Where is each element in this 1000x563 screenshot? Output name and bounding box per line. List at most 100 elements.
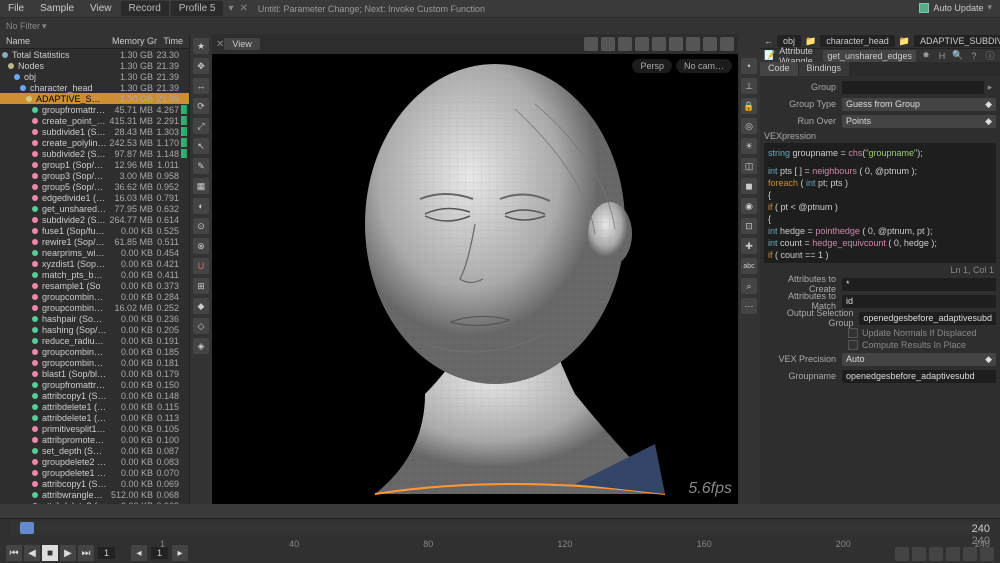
viewport-3d[interactable]: ✕ View Persp No cam… [212, 34, 738, 504]
tree-row[interactable]: Total Statistics1.30 GB23.30 [0, 49, 189, 60]
tree-row[interactable]: get_unshared_edge77.95 MB0.632 [0, 203, 189, 214]
scope-icon[interactable] [963, 547, 977, 561]
current-frame-field[interactable]: 1 [98, 547, 115, 559]
col-time[interactable]: Time [157, 36, 187, 46]
shade-icon[interactable]: ◼ [741, 178, 757, 194]
tree-row[interactable]: ADAPTIVE_SUBDIVIDE_1.30 GB21.39 [0, 93, 189, 104]
step-field[interactable]: 1 [151, 547, 168, 559]
move-tool-icon[interactable]: ↔ [193, 78, 209, 94]
auto-update-toggle[interactable]: Auto Update▾ [919, 2, 992, 13]
tree-row[interactable]: rewire1 (Sop/rewire)61.85 MB0.511 [0, 236, 189, 247]
tree-row[interactable]: nearprims_within_r0.00 KB0.454 [0, 247, 189, 258]
tree-row[interactable]: groupcombine2 (So0.00 KB0.181 [0, 357, 189, 368]
wire-icon[interactable]: ◫ [741, 158, 757, 174]
last-frame-button[interactable]: ⏭ [78, 545, 94, 561]
vexprec-select[interactable]: Auto◆ [842, 353, 996, 366]
tree-row[interactable]: groupcombine3 (So0.00 KB0.284 [0, 291, 189, 302]
tree-row[interactable]: Nodes1.30 GB21.39 [0, 60, 189, 71]
tab-code[interactable]: Code [760, 62, 798, 76]
select-tool-icon[interactable]: ★ [193, 38, 209, 54]
tree-row[interactable]: attribwrangle1 (Sop512.00 KB0.068 [0, 489, 189, 500]
tree-row[interactable]: character_head1.30 GB21.39 [0, 82, 189, 93]
stop-button[interactable]: ■ [42, 545, 58, 561]
tree-row[interactable]: attribdelete1 (Sop/a0.00 KB0.115 [0, 401, 189, 412]
tree-row[interactable]: create_polylines (So242.53 MB1.170 [0, 137, 189, 148]
first-frame-button[interactable]: ⏮ [6, 545, 22, 561]
light-icon[interactable]: ☀ [741, 138, 757, 154]
more-icon[interactable]: ⋯ [741, 298, 757, 314]
group-picker-icon[interactable]: ▸ [984, 82, 996, 93]
tool-c-icon[interactable]: ◈ [193, 338, 209, 354]
menu-view[interactable]: View [82, 1, 120, 16]
node-tree[interactable]: Total Statistics1.30 GB23.30Nodes1.30 GB… [0, 49, 189, 504]
tool-b-icon[interactable]: ◇ [193, 318, 209, 334]
tree-row[interactable]: attribdelete1 (Sop/a0.00 KB0.113 [0, 412, 189, 423]
construction-icon[interactable]: ⊞ [193, 278, 209, 294]
tree-row[interactable]: subdivide2 (Sop/sub264.77 MB0.614 [0, 214, 189, 225]
tree-row[interactable]: groupdelete1 (Sop/g0.00 KB0.070 [0, 467, 189, 478]
snap-curve-icon[interactable]: ◐ [193, 198, 209, 214]
tree-row[interactable]: set_depth (Sop/attri0.00 KB0.087 [0, 445, 189, 456]
tool-a-icon[interactable]: ◆ [193, 298, 209, 314]
menu-sample[interactable]: Sample [32, 1, 82, 16]
snap-multi-icon[interactable]: ⊗ [193, 238, 209, 254]
tree-row[interactable]: attribcopy1 (Sop/att0.00 KB0.148 [0, 390, 189, 401]
path-back-icon[interactable]: ← [764, 36, 773, 46]
arrow-icon[interactable]: ↖ [193, 138, 209, 154]
attrcreate-field[interactable]: * [842, 278, 996, 291]
audio-icon[interactable] [912, 547, 926, 561]
tree-row[interactable]: create_point_struct415.31 MB2.291 [0, 115, 189, 126]
tree-row[interactable]: attribdelete2 (Sop/a0.00 KB0.063 [0, 500, 189, 504]
rotate-tool-icon[interactable]: ⟳ [193, 98, 209, 114]
tree-row[interactable]: blast1 (Sop/blast)0.00 KB0.179 [0, 368, 189, 379]
home-icon[interactable]: H [936, 50, 948, 62]
snap-grid-icon[interactable]: ▦ [193, 178, 209, 194]
runover-select[interactable]: Points◆ [842, 115, 996, 128]
keyframe-icon[interactable] [946, 547, 960, 561]
path-head[interactable]: character_head [820, 35, 895, 47]
tree-row[interactable]: groupdelete2 (Sop/0.00 KB0.083 [0, 456, 189, 467]
prev-key-button[interactable]: ◂ [131, 545, 147, 561]
vh-icon-3[interactable] [618, 37, 632, 51]
tree-row[interactable]: match_pts_by_hash0.00 KB0.411 [0, 269, 189, 280]
update-normals-checkbox[interactable]: Update Normals If Displaced [764, 328, 996, 338]
compute-inplace-checkbox[interactable]: Compute Results In Place [764, 340, 996, 350]
range-slider[interactable] [10, 521, 990, 535]
outsel-field[interactable]: openedgesbefore_adaptivesubd [859, 312, 996, 325]
tree-row[interactable]: group1 (Sop/groupc12.96 MB1.011 [0, 159, 189, 170]
display-normals-icon[interactable]: ⊥ [741, 78, 757, 94]
scale-tool-icon[interactable]: ⤢ [193, 118, 209, 134]
brush-icon[interactable]: ✎ [193, 158, 209, 174]
attrmatch-field[interactable]: id [842, 295, 996, 308]
vh-icon-7[interactable] [686, 37, 700, 51]
vex-code-editor[interactable]: string groupname = chs("groupname"); int… [764, 143, 996, 263]
tree-row[interactable]: groupcombine1 (So0.00 KB0.185 [0, 346, 189, 357]
realtime-icon[interactable] [895, 547, 909, 561]
search-icon[interactable]: 🔍 [952, 50, 964, 62]
group-field[interactable] [842, 81, 984, 94]
global-anim-icon[interactable] [929, 547, 943, 561]
tree-row[interactable]: edgedivide1 (Sop/ed16.03 MB0.791 [0, 192, 189, 203]
tree-row[interactable]: attribpromote5 (So0.00 KB0.100 [0, 434, 189, 445]
gear-icon[interactable]: ✸ [920, 50, 932, 62]
prev-frame-button[interactable]: ◀ [24, 545, 40, 561]
help-icon[interactable]: ? [968, 50, 980, 62]
label-icon[interactable]: abc [741, 258, 757, 274]
tree-row[interactable]: group5 (Sop/groupc36.62 MB0.952 [0, 181, 189, 192]
display-points-icon[interactable]: • [741, 58, 757, 74]
settings-icon[interactable] [980, 547, 994, 561]
tree-row[interactable]: hashing (Sop/attrib0.00 KB0.205 [0, 324, 189, 335]
snap-point-icon[interactable]: ⊙ [193, 218, 209, 234]
tree-row[interactable]: xyzdist1 (Sop/attrib0.00 KB0.421 [0, 258, 189, 269]
grouptype-select[interactable]: Guess from Group◆ [842, 98, 996, 111]
vh-icon-8[interactable] [703, 37, 717, 51]
tab-record[interactable]: Record [121, 1, 169, 16]
menu-file[interactable]: File [0, 1, 32, 16]
node-name[interactable]: get_unshared_edges [823, 50, 916, 62]
tree-row[interactable]: subdivide1 (Sop/sub28.43 MB1.303 [0, 126, 189, 137]
tree-row[interactable]: hashpair (Sop/attrib0.00 KB0.236 [0, 313, 189, 324]
next-key-button[interactable]: ▸ [172, 545, 188, 561]
xray-icon[interactable]: ⊡ [741, 218, 757, 234]
tree-row[interactable]: resample1 (So0.00 KB0.373 [0, 280, 189, 291]
tree-row[interactable]: attribcopy1 (Sop/att0.00 KB0.069 [0, 478, 189, 489]
